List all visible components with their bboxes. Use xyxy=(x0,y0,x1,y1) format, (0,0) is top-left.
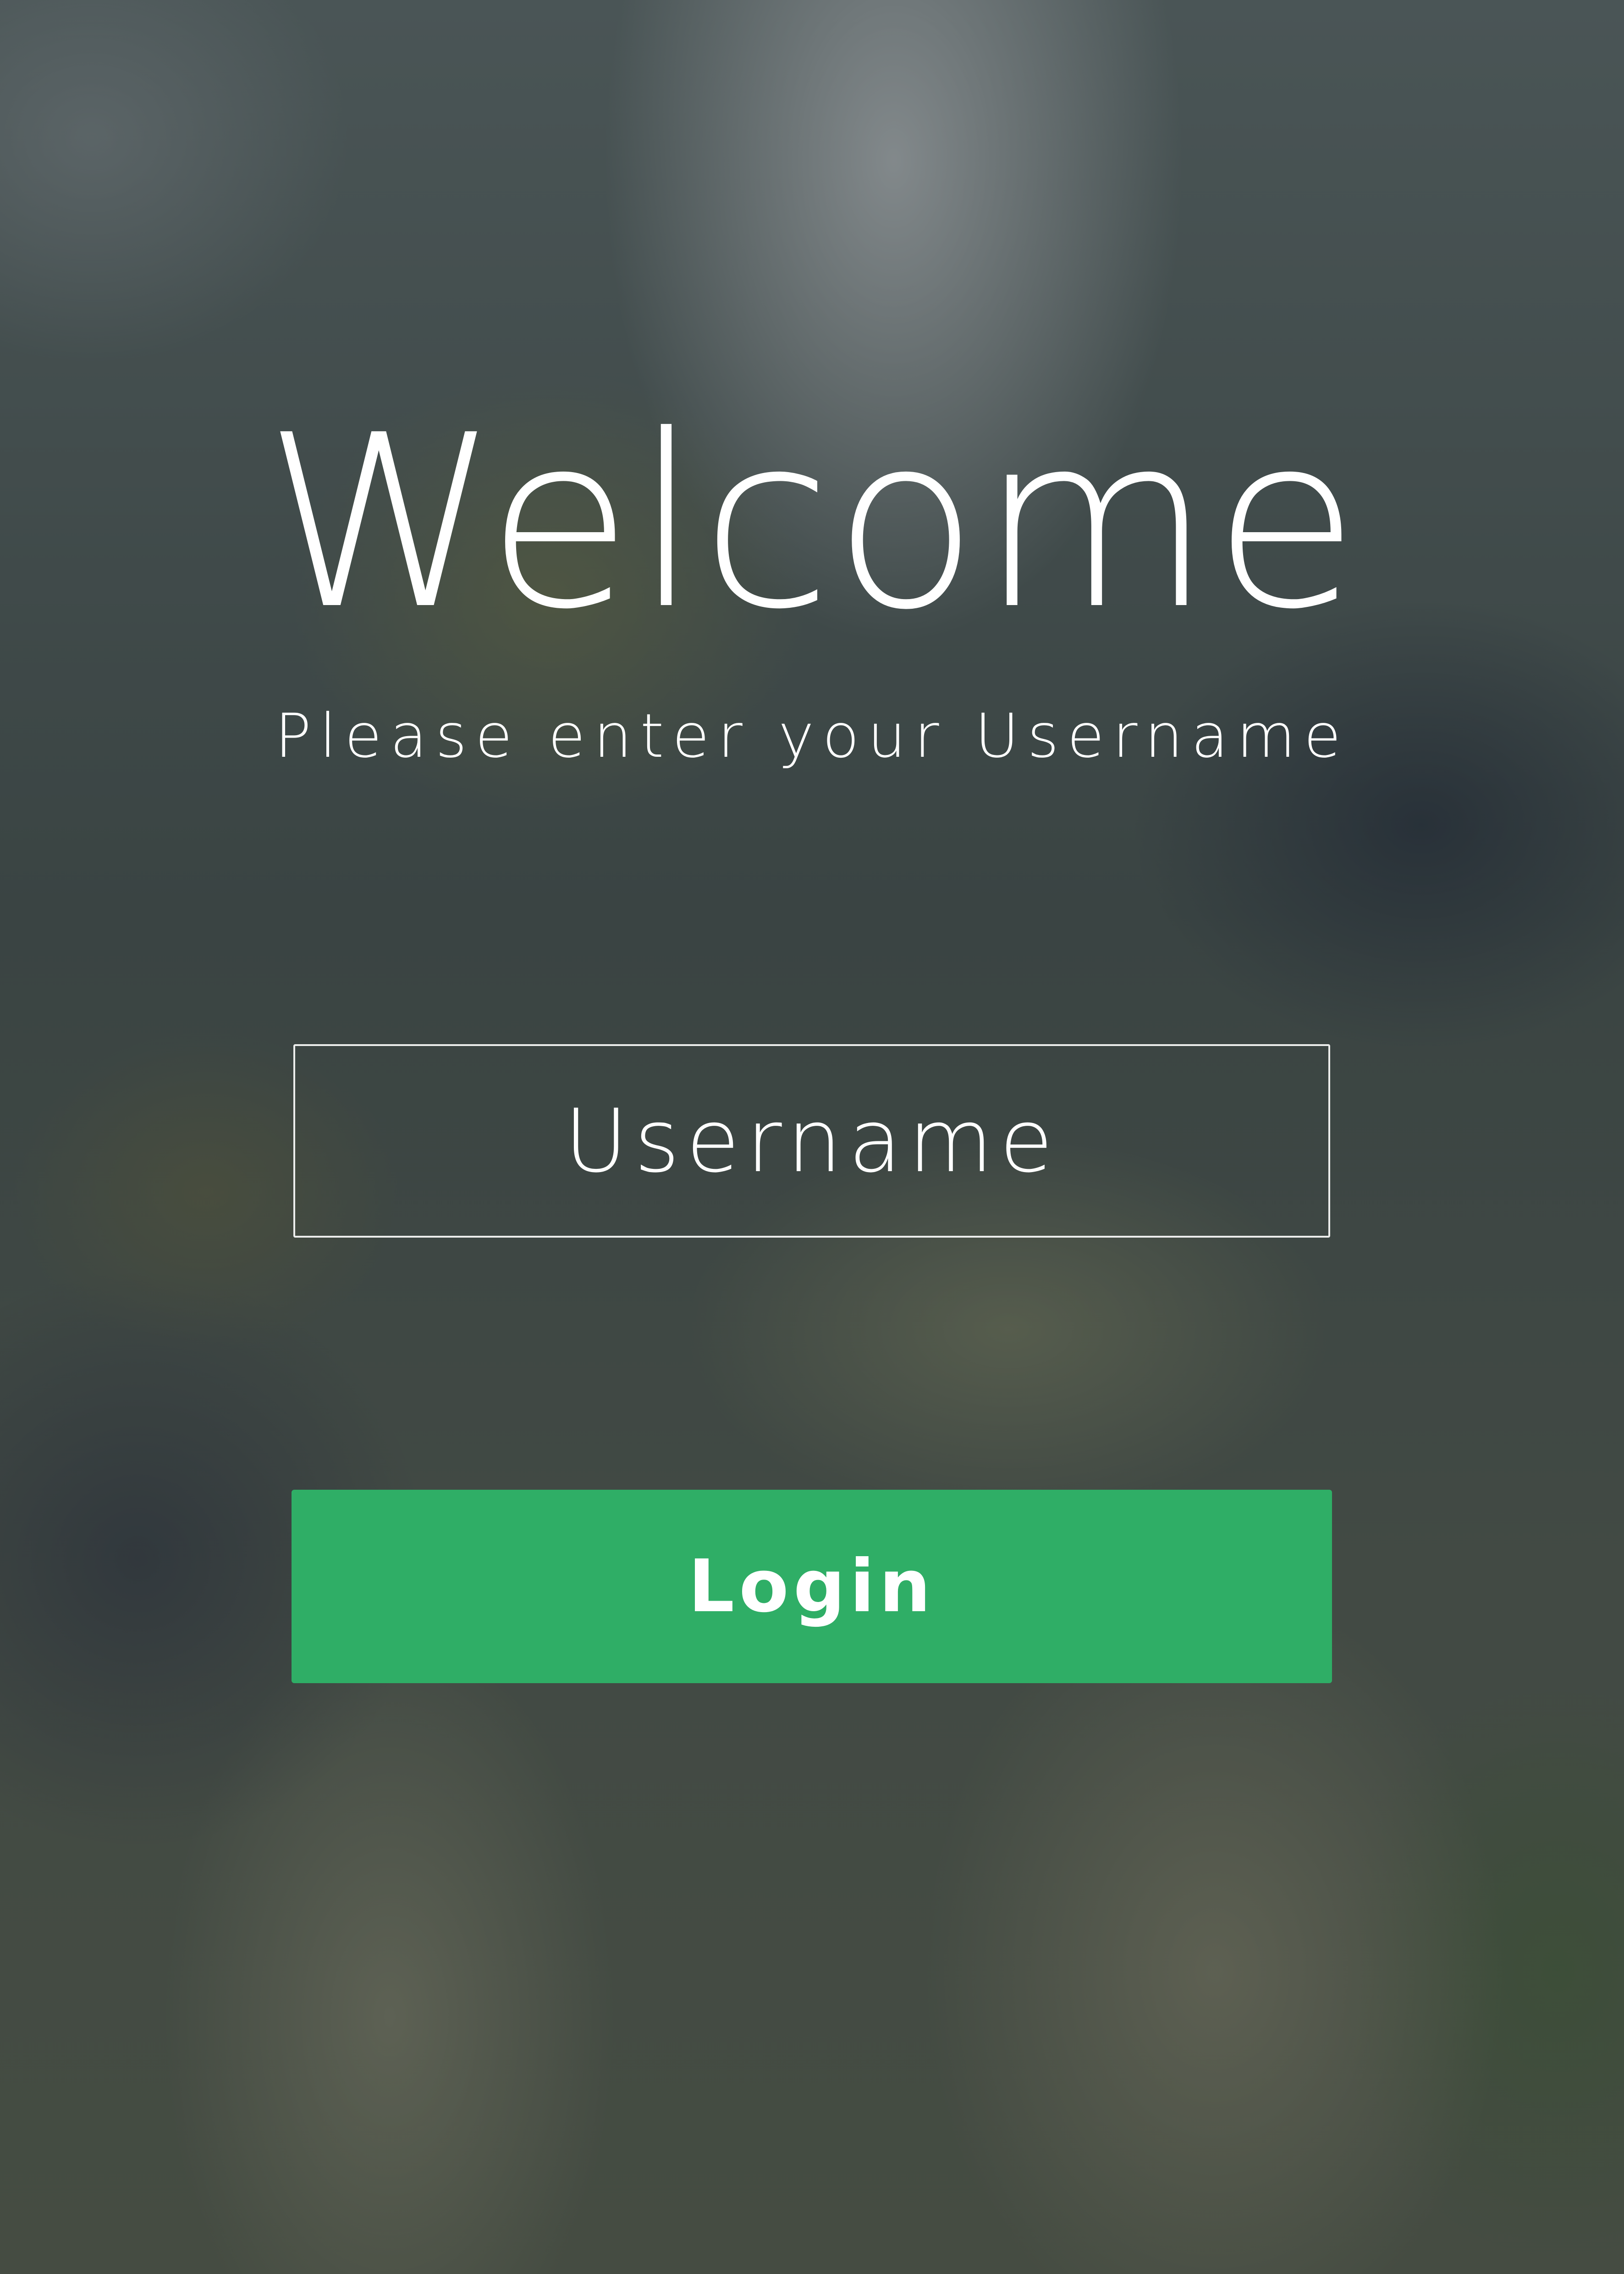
welcome-title: Welcome xyxy=(264,384,1360,661)
login-button[interactable]: Login xyxy=(292,1490,1332,1683)
login-screen: Welcome Please enter your Username Login xyxy=(0,0,1624,2274)
welcome-subtitle: Please enter your Username xyxy=(275,701,1349,771)
username-input[interactable] xyxy=(293,1044,1330,1238)
